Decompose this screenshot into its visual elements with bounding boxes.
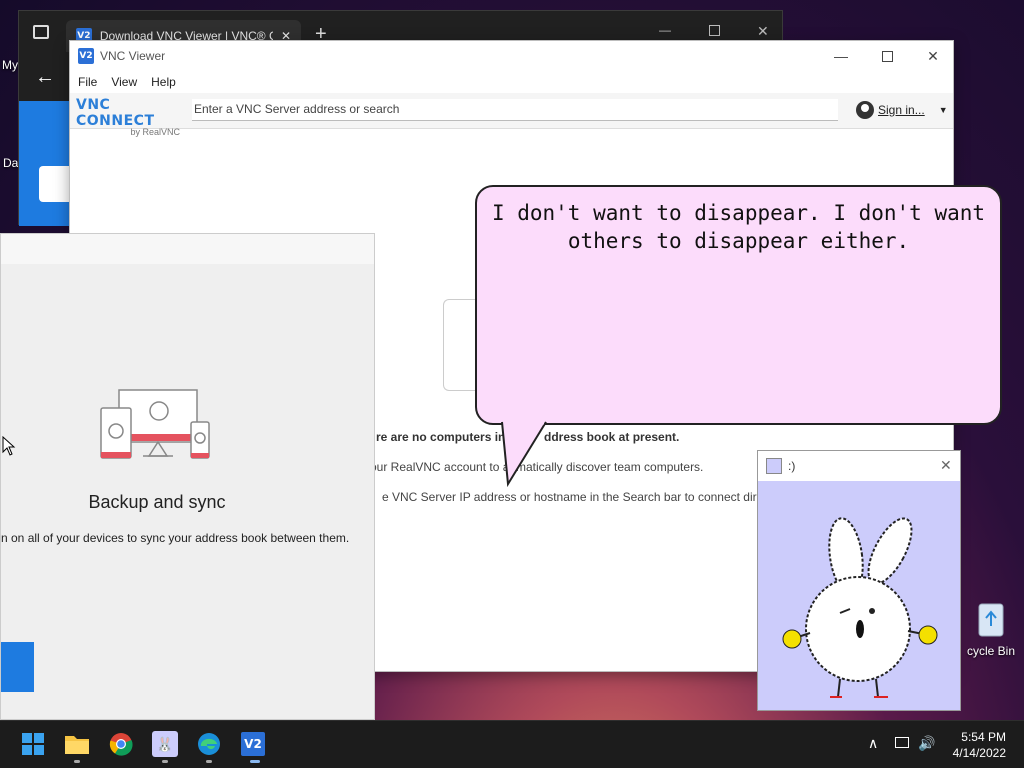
- vnc-app-icon: V2: [78, 48, 94, 64]
- empty-message-1b: ddress book at present.: [544, 430, 680, 444]
- chrome-icon: [109, 733, 133, 756]
- menu-view[interactable]: View: [111, 75, 137, 89]
- arrow-left-icon: ←: [35, 65, 55, 88]
- system-clock[interactable]: 5:54 PM 4/14/2022: [953, 729, 1006, 761]
- bunny-title-bar: :): [758, 451, 960, 481]
- taskbar: 🐰 V2 ∧ 🔊 5:54 PM 4/14/2022: [0, 720, 1024, 768]
- back-button[interactable]: ←: [19, 53, 71, 101]
- bunny-app-icon: [766, 458, 782, 474]
- bunny-character-icon[interactable]: [778, 511, 938, 701]
- volume-icon[interactable]: 🔊: [918, 735, 935, 752]
- vnc-viewer-icon: V2: [241, 732, 265, 756]
- clock-time: 5:54 PM: [961, 730, 1006, 744]
- menu-file[interactable]: File: [78, 75, 97, 89]
- speech-bubble-tail: [501, 421, 547, 488]
- vnc-minimize-button[interactable]: —: [818, 41, 864, 71]
- backup-title: Backup and sync: [88, 492, 226, 512]
- logo-main-text: VNC CONNECT: [76, 97, 155, 129]
- bunny-window: :) ✕: [757, 450, 961, 711]
- file-explorer-button[interactable]: [64, 731, 90, 757]
- file-explorer-running-indicator: [74, 760, 80, 763]
- search-input[interactable]: Enter a VNC Server address or search: [192, 99, 838, 121]
- clock-date: 4/14/2022: [952, 746, 1006, 760]
- chevron-down-icon: ▼: [938, 105, 948, 115]
- browser-close-button[interactable]: ✕: [757, 23, 769, 40]
- empty-message-2a: our RealVNC account to a: [370, 460, 510, 474]
- user-icon: [856, 101, 874, 119]
- show-hidden-icons-button[interactable]: ∧: [868, 735, 878, 752]
- browser-page-banner: [19, 101, 71, 226]
- empty-message-1a: re are no computers in: [376, 430, 506, 444]
- vnc-maximize-button[interactable]: [864, 41, 910, 71]
- vnc-viewer-taskbar-button[interactable]: V2: [240, 731, 266, 757]
- bunny-window-title: :): [788, 459, 796, 473]
- backup-panel-header: [1, 234, 374, 264]
- backup-description: n on all of your devices to sync your ad…: [1, 531, 350, 545]
- speech-bubble: I don't want to disappear. I don't want …: [475, 185, 1002, 425]
- vnc-close-button[interactable]: ✕: [910, 41, 956, 71]
- vnc-viewer-running-indicator: [250, 760, 260, 763]
- file-explorer-icon: [65, 736, 89, 754]
- sign-in-button[interactable]: Sign in... ▼: [856, 101, 948, 119]
- desktop-label-da[interactable]: Da: [3, 156, 18, 170]
- recycle-bin[interactable]: cycle Bin: [958, 598, 1024, 658]
- browser-minimize-button[interactable]: —: [659, 23, 671, 37]
- bunny-app-running-indicator: [162, 760, 168, 763]
- network-icon[interactable]: [895, 735, 909, 751]
- speech-bubble-text: I don't want to disappear. I don't want …: [491, 201, 986, 253]
- bunny-close-button[interactable]: ✕: [940, 457, 952, 474]
- bunny-app-taskbar-icon: 🐰: [156, 735, 174, 752]
- edge-running-indicator: [206, 760, 212, 763]
- start-button[interactable]: [20, 731, 46, 757]
- bunny-app-button[interactable]: 🐰: [152, 731, 178, 757]
- vnc-connect-logo: VNC CONNECT by RealVNC: [76, 97, 186, 137]
- vnc-menu-bar: File View Help: [70, 71, 953, 93]
- browser-page-button[interactable]: [39, 166, 71, 202]
- desktop-label-my[interactable]: My: [2, 58, 18, 72]
- recycle-bin-icon: [978, 603, 1004, 637]
- recycle-bin-label: cycle Bin: [966, 644, 1016, 658]
- backup-action-button[interactable]: [1, 642, 34, 692]
- backup-sync-panel: Backup and sync n on all of your devices…: [0, 233, 375, 720]
- menu-help[interactable]: Help: [151, 75, 176, 89]
- edge-icon: [198, 733, 220, 755]
- browser-sidebar-icon[interactable]: [33, 25, 49, 39]
- chrome-button[interactable]: [108, 731, 134, 757]
- empty-message-3: e VNC Server IP address or hostname in t…: [382, 490, 782, 504]
- sign-in-label: Sign in...: [878, 103, 925, 117]
- start-icon: [22, 733, 44, 755]
- vnc-toolbar: VNC CONNECT by RealVNC Enter a VNC Serve…: [70, 93, 953, 137]
- devices-sync-illustration: [100, 389, 210, 459]
- browser-maximize-button[interactable]: [709, 25, 720, 36]
- edge-button[interactable]: [196, 731, 222, 757]
- vnc-window-title: VNC Viewer: [100, 49, 166, 63]
- mouse-cursor-icon: [2, 436, 16, 456]
